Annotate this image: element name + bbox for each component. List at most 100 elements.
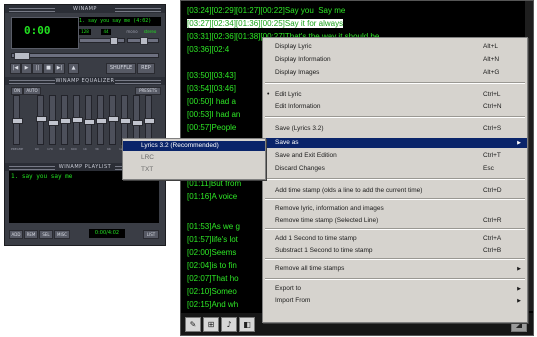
lyric-line[interactable]: [03:54][03:46]	[187, 84, 236, 93]
eq-knob[interactable]	[60, 118, 71, 124]
eq-knob[interactable]	[48, 120, 59, 126]
previous-button[interactable]: |◀	[10, 63, 21, 74]
menu-item[interactable]: Save as ▶	[263, 138, 527, 148]
repeat-button[interactable]: REP	[137, 63, 155, 74]
music-note-icon[interactable]: ♪	[221, 317, 237, 332]
playlist-misc-button[interactable]: MISC	[54, 230, 70, 239]
menu-item-label: Display Lyric	[275, 43, 312, 50]
menu-item-shortcut: Ctrl+A	[483, 235, 502, 242]
lyric-line[interactable]: [02:04]is to fin	[187, 261, 237, 270]
shuffle-button[interactable]: SHUFFLE	[106, 63, 136, 74]
playlist-select-button[interactable]: SEL	[39, 230, 53, 239]
menu-item[interactable]: Substract 1 Second to time stamp Ctrl+B	[263, 246, 527, 256]
save-as-submenu: Lyrics 3.2 (Recommended) LRC TXT	[122, 138, 266, 180]
lyric-line[interactable]: [02:15]And wh	[187, 300, 238, 309]
eq-knob[interactable]	[96, 118, 107, 124]
lyric-line[interactable]: [03:27][02:34][01:36][00:25]Say it for a…	[187, 19, 344, 28]
eq-knob[interactable]	[36, 116, 47, 122]
menu-item[interactable]: Save (Lyrics 3.2) Ctrl+S	[263, 124, 527, 134]
eq-knob[interactable]	[12, 118, 23, 124]
menu-separator	[265, 278, 525, 280]
next-button[interactable]: ▶|	[54, 63, 65, 74]
menu-item[interactable]: Export to ▶	[263, 284, 527, 294]
playlist-add-button[interactable]: ADD	[9, 230, 23, 239]
winamp-titlebar[interactable]: WINAMP	[5, 5, 165, 13]
seek-knob[interactable]	[14, 52, 30, 60]
lyric-line[interactable]: [00:50]I had a	[187, 97, 236, 106]
volume-slider[interactable]	[79, 37, 125, 45]
khz-readout: 44	[101, 29, 111, 35]
menu-item[interactable]: Remove time stamp (Selected Line) Ctrl+R	[263, 216, 527, 226]
lyric-line[interactable]: [00:57]People	[187, 123, 236, 132]
lyric-line[interactable]: [00:53]I had an	[187, 110, 240, 119]
lyric-line[interactable]: [01:11]But from	[187, 179, 241, 188]
seek-bar[interactable]	[11, 52, 159, 60]
lyric-line[interactable]: [03:50][03:43]	[187, 71, 236, 80]
eq-band-label: 170	[47, 147, 53, 151]
menu-item[interactable]: Add 1 Second to time stamp Ctrl+A	[263, 234, 527, 244]
menu-item[interactable]: Display Information Alt+N	[263, 55, 527, 65]
playlist-list-button[interactable]: LIST	[143, 230, 159, 239]
playlist-item[interactable]: 1. say you say me	[11, 173, 72, 180]
eq-slider[interactable]	[84, 95, 95, 145]
balance-knob[interactable]	[140, 37, 148, 45]
menu-item[interactable]: Save and Exit Edition Ctrl+T	[263, 151, 527, 161]
eq-knob[interactable]	[72, 117, 83, 123]
stereo-indicator: stereo	[143, 29, 157, 34]
menu-item[interactable]: • Edit Lyric Ctrl+L	[263, 90, 527, 100]
equalizer-titlebar[interactable]: WINAMP EQUALIZER	[5, 77, 165, 85]
eq-slider[interactable]	[36, 95, 47, 145]
eq-slider[interactable]	[12, 95, 23, 145]
stop-button[interactable]: ■	[43, 63, 54, 74]
eject-button[interactable]: ▲	[68, 63, 79, 74]
eq-knob[interactable]	[108, 116, 119, 122]
menu-item-shortcut: Ctrl+D	[483, 187, 502, 194]
lyric-line[interactable]: [02:07]That ho	[187, 274, 239, 283]
menu-item[interactable]: Remove lyric, information and images	[263, 204, 527, 214]
lyric-line[interactable]: [02:00]Seems	[187, 248, 236, 257]
menu-item[interactable]: Import From ▶	[263, 296, 527, 306]
menu-item[interactable]: Add time stamp (olds a line to add the c…	[263, 186, 527, 196]
eq-slider[interactable]	[108, 95, 119, 145]
eq-slider[interactable]	[60, 95, 71, 145]
eq-slider[interactable]	[48, 95, 59, 145]
eq-band-label: 600	[71, 147, 77, 151]
menu-item[interactable]: Discard Changes Esc	[263, 164, 527, 174]
eq-auto-button[interactable]: AUTO	[23, 87, 41, 95]
eq-slider[interactable]	[72, 95, 83, 145]
lyric-line[interactable]: [03:36][02:4	[187, 45, 229, 54]
play-button[interactable]: ▶	[21, 63, 32, 74]
eq-knob[interactable]	[120, 118, 131, 124]
balance-slider[interactable]	[127, 37, 159, 45]
menu-item-shortcut: Alt+L	[483, 43, 498, 50]
check-bullet-icon: •	[267, 91, 270, 98]
edit-icon[interactable]: ✎	[185, 317, 201, 332]
submenu-item[interactable]: LRC	[123, 153, 265, 163]
lyric-line[interactable]: [01:57]life's lot	[187, 235, 238, 244]
lyric-line[interactable]: [01:53]As we g	[187, 222, 240, 231]
menu-item[interactable]: Display Images Alt+G	[263, 68, 527, 78]
submenu-item[interactable]: TXT	[123, 165, 265, 175]
grid-icon[interactable]: ⊞	[203, 317, 219, 332]
lyric-line[interactable]: [01:16]A voice	[187, 192, 237, 201]
submenu-item-label: TXT	[141, 166, 154, 173]
time-readout: 0:00	[24, 24, 51, 37]
window-icon[interactable]: ◧	[239, 317, 255, 332]
menu-item[interactable]: Remove all time stamps ▶	[263, 264, 527, 274]
eq-on-button[interactable]: ON	[11, 87, 23, 95]
eq-knob[interactable]	[132, 120, 143, 126]
pause-button[interactable]: ||	[32, 63, 43, 74]
menu-item[interactable]: Display Lyric Alt+L	[263, 42, 527, 52]
lyric-line[interactable]: [03:24][02:29][01:27][00:22]Say you Say …	[187, 6, 345, 15]
submenu-item[interactable]: Lyrics 3.2 (Recommended)	[123, 141, 265, 151]
lyric-line[interactable]: [02:10]Someo	[187, 287, 237, 296]
menu-separator	[265, 258, 525, 260]
eq-knob[interactable]	[84, 119, 95, 125]
eq-slider[interactable]	[96, 95, 107, 145]
eq-knob[interactable]	[144, 118, 155, 124]
volume-knob[interactable]	[110, 37, 118, 45]
submenu-item-label: Lyrics 3.2 (Recommended)	[141, 142, 219, 149]
menu-item[interactable]: Edit Information Ctrl+N	[263, 102, 527, 112]
eq-presets-button[interactable]: PRESETS	[135, 87, 161, 95]
playlist-remove-button[interactable]: REM	[24, 230, 38, 239]
